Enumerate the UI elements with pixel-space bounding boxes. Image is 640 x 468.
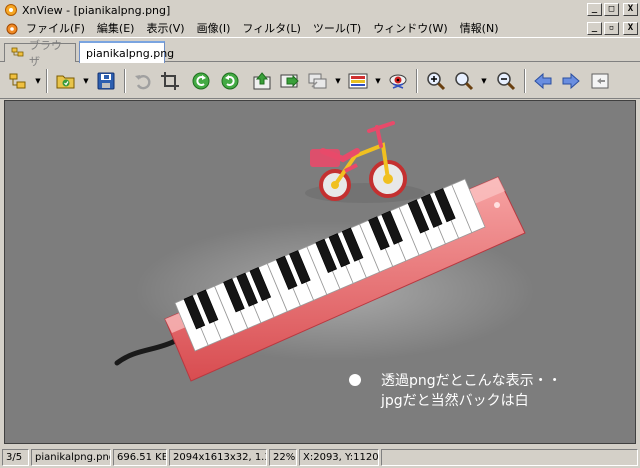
- toolbar-separator: [416, 69, 418, 93]
- image-viewer[interactable]: 透過pngだとこんな表示・・ jpgだと当然バックは白: [4, 100, 636, 444]
- toolbar-separator: [124, 69, 126, 93]
- toolbar-separator: [524, 69, 526, 93]
- menu-info[interactable]: 情報(N): [454, 20, 505, 38]
- title-bar: XnView - [pianikalpng.png] _ □ X: [0, 0, 640, 20]
- image-caption: 透過pngだとこんな表示・・ jpgだと当然バックは白: [349, 371, 562, 411]
- batch-dropdown-arrow[interactable]: ▼: [334, 77, 342, 85]
- close-button[interactable]: X: [623, 3, 638, 16]
- bullet-icon: [349, 374, 361, 386]
- rotate-left-icon[interactable]: [189, 69, 213, 93]
- tab-image-label: pianikalpng.png: [86, 46, 175, 60]
- rotate-right-icon[interactable]: [218, 69, 242, 93]
- caption-line-1: 透過pngだとこんな表示・・: [381, 373, 562, 389]
- window-title: XnView - [pianikalpng.png]: [22, 3, 171, 17]
- status-filename: pianikalpng.png: [31, 448, 111, 466]
- toolbar: ▼ ▼ ▼ ▼ ▼: [0, 63, 640, 99]
- mdi-restore-button[interactable]: ▫: [604, 22, 619, 35]
- zoom-in-icon[interactable]: [424, 69, 448, 93]
- zoom-fit-icon[interactable]: [452, 69, 476, 93]
- undo-icon[interactable]: [131, 69, 155, 93]
- red-eye-icon[interactable]: [386, 69, 410, 93]
- crop-icon[interactable]: [158, 69, 182, 93]
- toolbar-separator: [46, 69, 48, 93]
- open-folder-icon[interactable]: [54, 69, 78, 93]
- status-index: 3/5: [2, 448, 29, 466]
- status-empty: [381, 448, 638, 466]
- adjust-dropdown-arrow[interactable]: ▼: [374, 77, 382, 85]
- menu-tools[interactable]: ツール(T): [307, 20, 367, 38]
- save-icon[interactable]: [94, 69, 118, 93]
- convert-icon[interactable]: [278, 69, 302, 93]
- tricycle-image: [305, 121, 425, 203]
- next-icon[interactable]: [559, 69, 583, 93]
- menu-file[interactable]: ファイル(F): [20, 20, 91, 38]
- caption-line-2: jpgだと当然バックは白: [381, 393, 529, 409]
- menu-edit[interactable]: 編集(E): [91, 20, 141, 38]
- zoom-out-icon[interactable]: [494, 69, 518, 93]
- status-bar: 3/5 pianikalpng.png 696.51 KB 2094x1613x…: [0, 446, 640, 468]
- tab-browser[interactable]: ブラウザ: [4, 39, 76, 68]
- minimize-button[interactable]: _: [587, 3, 602, 16]
- document-menu-icon[interactable]: [4, 21, 20, 37]
- menu-filter[interactable]: フィルタ(L): [236, 20, 307, 38]
- xnview-app-icon[interactable]: [4, 3, 18, 17]
- export-icon[interactable]: [250, 69, 274, 93]
- status-zoom: 22%: [269, 448, 297, 466]
- adjust-colors-icon[interactable]: [346, 69, 370, 93]
- status-dimensions: 2094x1613x32, 1.30: [169, 448, 267, 466]
- menu-image[interactable]: 画像(I): [191, 20, 237, 38]
- maximize-button[interactable]: □: [604, 3, 619, 16]
- batch-icon[interactable]: [306, 69, 330, 93]
- status-filesize: 696.51 KB: [113, 448, 167, 466]
- zoom-dropdown-arrow[interactable]: ▼: [480, 77, 488, 85]
- menu-window[interactable]: ウィンドウ(W): [367, 20, 453, 38]
- exit-view-icon[interactable]: [588, 69, 612, 93]
- menu-view[interactable]: 表示(V): [140, 20, 190, 38]
- browser-icon: [11, 46, 25, 60]
- menu-bar: ファイル(F) 編集(E) 表示(V) 画像(I) フィルタ(L) ツール(T)…: [0, 20, 640, 38]
- browse-folders-icon[interactable]: [6, 69, 30, 93]
- status-coords: X:2093, Y:1120: [299, 448, 379, 466]
- mdi-minimize-button[interactable]: _: [587, 22, 602, 35]
- previous-icon[interactable]: [531, 69, 555, 93]
- open-dropdown-arrow[interactable]: ▼: [82, 77, 90, 85]
- tab-bar: ブラウザ pianikalpng.png: [0, 39, 640, 68]
- browse-dropdown-arrow[interactable]: ▼: [34, 77, 42, 85]
- melodica-image: [114, 176, 535, 382]
- mdi-close-button[interactable]: X: [623, 22, 638, 35]
- tab-image[interactable]: pianikalpng.png: [79, 41, 174, 63]
